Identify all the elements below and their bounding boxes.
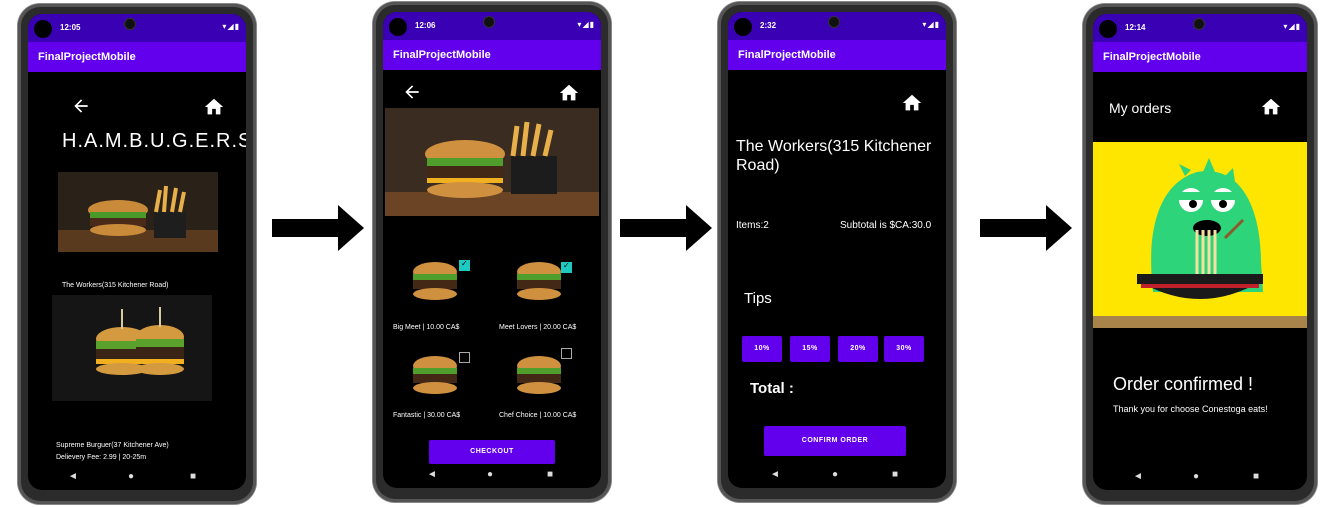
app-title: FinalProjectMobile [38, 51, 136, 63]
item-checkbox-1[interactable] [459, 259, 470, 271]
total-label: Total : [750, 380, 794, 397]
status-bar: 12:14 ▾◢▮ [1093, 14, 1307, 42]
home-icon[interactable] [900, 92, 924, 114]
item-label-2: Meet Lovers | 20.00 CA$ [499, 324, 577, 331]
thank-you-message: Thank you for choose Conestoga eats! [1113, 404, 1268, 414]
restaurant-info-2: Delievery Fee: 2.99 | 20-25m [56, 454, 147, 461]
page-title: H.A.M.B.U.G.E.R.S [62, 130, 246, 152]
system-nav-bar: ◄ ● ■ [383, 462, 601, 488]
page-title: My orders [1109, 100, 1172, 116]
status-time: 12:05 [60, 23, 81, 32]
home-icon[interactable] [202, 96, 226, 118]
nav-recents-button[interactable]: ■ [547, 469, 553, 480]
mascot-eating-noodles-image [1093, 142, 1307, 328]
item-image[interactable] [511, 350, 567, 398]
nav-recents-button[interactable]: ■ [190, 471, 196, 482]
nav-recents-button[interactable]: ■ [1253, 471, 1259, 482]
tip-30-button[interactable]: 30% [884, 336, 924, 362]
nav-home-button[interactable]: ● [128, 471, 134, 482]
home-icon[interactable] [1259, 96, 1283, 118]
item-checkbox-3[interactable] [459, 352, 470, 363]
double-burger-image[interactable] [52, 295, 212, 401]
item-label-1: Big Meet | 10.00 CA$ [393, 324, 460, 331]
camera-cutout [734, 18, 752, 36]
app-bar: FinalProjectMobile [728, 40, 946, 70]
signal-icons: ▾◢▮ [222, 22, 240, 31]
nav-back-button[interactable]: ◄ [68, 471, 78, 482]
camera-cutout [1099, 20, 1117, 38]
restaurant-banner-image [385, 108, 599, 216]
restaurant-name-1[interactable]: The Workers(315 Kitchener Road) [62, 282, 168, 289]
nav-home-button[interactable]: ● [832, 469, 838, 480]
nav-home-button[interactable]: ● [487, 469, 493, 480]
app-bar: FinalProjectMobile [1093, 42, 1307, 72]
screen-2: 12:06 ▾◢▮ FinalProjectMobile ✓ Big Meet … [383, 12, 601, 488]
screen-3: 2:32 ▾◢▮ FinalProjectMobile The Workers(… [728, 12, 946, 488]
signal-icons: ▾◢▮ [922, 20, 940, 29]
order-confirmed-title: Order confirmed ! [1113, 374, 1254, 394]
front-camera [483, 16, 495, 28]
item-image[interactable] [407, 256, 463, 304]
status-bar: 12:05 ▾◢▮ [28, 14, 246, 42]
front-camera [828, 16, 840, 28]
status-time: 12:06 [415, 21, 436, 30]
back-arrow-icon[interactable] [70, 96, 92, 116]
item-image[interactable] [407, 350, 463, 398]
confirm-order-button[interactable]: CONFIRM ORDER [764, 426, 906, 456]
item-image[interactable] [511, 256, 567, 304]
front-camera [124, 18, 136, 30]
system-nav-bar: ◄ ● ■ [728, 462, 946, 488]
item-label-3: Fantastic | 30.00 CA$ [393, 412, 461, 419]
tips-label: Tips [744, 290, 772, 307]
nav-back-button[interactable]: ◄ [427, 469, 437, 480]
nav-back-button[interactable]: ◄ [770, 469, 780, 480]
phone-screen-2: 12:06 ▾◢▮ FinalProjectMobile ✓ Big Meet … [373, 2, 611, 502]
app-title: FinalProjectMobile [738, 49, 836, 61]
item-checkbox-2[interactable] [561, 261, 572, 273]
status-bar: 2:32 ▾◢▮ [728, 12, 946, 40]
home-icon[interactable] [557, 82, 581, 104]
screen-1: 12:05 ▾◢▮ FinalProjectMobile H.A.M.B.U.G… [28, 14, 246, 490]
subtotal: Subtotal is $CA:30.0 [840, 220, 932, 231]
phone-screen-1: 12:05 ▾◢▮ FinalProjectMobile H.A.M.B.U.G… [18, 4, 256, 504]
app-bar: FinalProjectMobile [28, 42, 246, 72]
nav-back-button[interactable]: ◄ [1133, 471, 1143, 482]
status-bar: 12:06 ▾◢▮ [383, 12, 601, 40]
app-bar: FinalProjectMobile [383, 40, 601, 70]
restaurant-name: The Workers(315 Kitchener [736, 138, 932, 155]
item-checkbox-4[interactable] [561, 348, 572, 359]
signal-icons: ▾◢▮ [1283, 22, 1301, 31]
phone-screen-3: 2:32 ▾◢▮ FinalProjectMobile The Workers(… [718, 2, 956, 502]
burger-fries-image[interactable] [58, 172, 218, 252]
phone-screen-4: 12:14 ▾◢▮ FinalProjectMobile My orders O… [1083, 4, 1317, 504]
items-count: Items:2 [736, 220, 769, 231]
tip-15-button[interactable]: 15% [790, 336, 830, 362]
flow-arrow-icon [272, 205, 364, 251]
item-label-4: Chef Choice | 10.00 CA$ [499, 412, 577, 419]
camera-cutout [34, 20, 52, 38]
system-nav-bar: ◄ ● ■ [28, 464, 246, 490]
restaurant-name-2[interactable]: Supreme Burguer(37 Kitchener Ave) [56, 442, 169, 449]
app-title: FinalProjectMobile [393, 49, 491, 61]
screen-4: 12:14 ▾◢▮ FinalProjectMobile My orders O… [1093, 14, 1307, 490]
front-camera [1193, 18, 1205, 30]
tip-10-button[interactable]: 10% [742, 336, 782, 362]
status-time: 2:32 [760, 21, 777, 30]
signal-icons: ▾◢▮ [577, 20, 595, 29]
back-arrow-icon[interactable] [401, 82, 423, 102]
app-title: FinalProjectMobile [1103, 51, 1201, 63]
nav-home-button[interactable]: ● [1193, 471, 1199, 482]
camera-cutout [389, 18, 407, 36]
flow-arrow-icon [980, 205, 1072, 251]
flow-arrow-icon [620, 205, 712, 251]
status-time: 12:14 [1125, 23, 1146, 32]
tip-20-button[interactable]: 20% [838, 336, 878, 362]
checkout-button[interactable]: CHECKOUT [429, 440, 555, 464]
system-nav-bar: ◄ ● ■ [1093, 464, 1307, 490]
restaurant-name-cont: Road) [736, 157, 780, 174]
nav-recents-button[interactable]: ■ [892, 469, 898, 480]
